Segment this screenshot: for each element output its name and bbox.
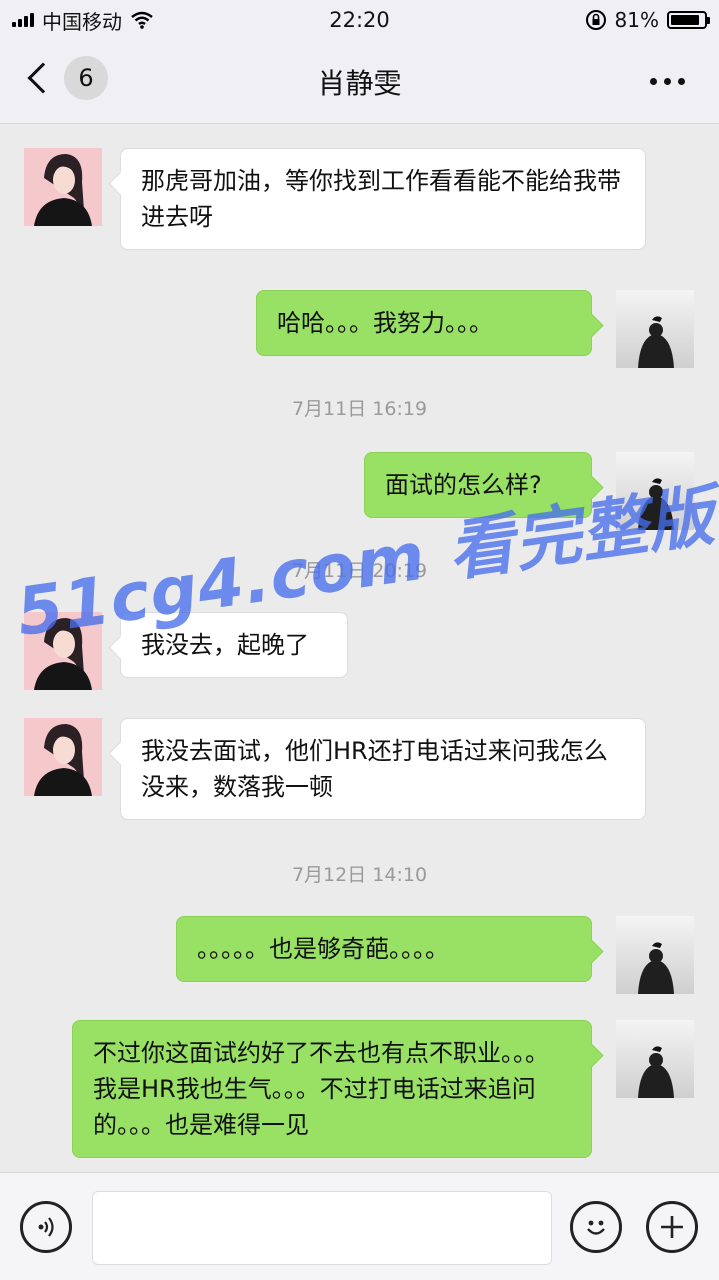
input-bar — [0, 1172, 719, 1280]
voice-button[interactable] — [20, 1201, 72, 1253]
timestamp: 7月11日 16:19 — [291, 398, 428, 420]
contact-avatar[interactable] — [24, 148, 102, 226]
message-text: 。。。。。也是够奇葩。。。。 — [197, 935, 449, 963]
my-avatar[interactable] — [616, 1020, 694, 1098]
chat-title: 肖静雯 — [317, 67, 402, 100]
wifi-icon — [131, 11, 153, 29]
message-bubble-outgoing[interactable]: 哈哈。。。我努力。。。 — [256, 290, 592, 356]
message-input[interactable] — [92, 1191, 552, 1265]
emoji-button[interactable] — [570, 1201, 622, 1253]
plus-icon — [661, 1216, 683, 1238]
message-text: 那虎哥加油，等你找到工作看看能不能给我带进去呀 — [141, 167, 621, 231]
voice-icon — [38, 1217, 54, 1237]
battery-icon — [667, 11, 710, 29]
signal-icon — [12, 13, 34, 27]
message-bubble-incoming[interactable]: 那虎哥加油，等你找到工作看看能不能给我带进去呀 — [120, 148, 646, 250]
my-avatar[interactable] — [616, 916, 694, 994]
message-bubble-outgoing[interactable]: 不过你这面试约好了不去也有点不职业。。。我是HR我也生气。。。不过打电话过来追问… — [72, 1020, 592, 1158]
status-right: 81% — [585, 8, 710, 32]
message-text: 我没去面试，他们HR还打电话过来问我怎么没来，数落我一顿 — [141, 737, 608, 801]
message-text: 哈哈。。。我努力。。。 — [277, 309, 493, 337]
rotation-lock-icon — [585, 10, 606, 30]
message-text: 不过你这面试约好了不去也有点不职业。。。我是HR我也生气。。。不过打电话过来追问… — [93, 1039, 549, 1139]
more-dots-icon — [650, 78, 657, 85]
status-bar: 中国移动 22:20 81% — [0, 0, 719, 40]
chat-area[interactable]: 那虎哥加油，等你找到工作看看能不能给我带进去呀 哈哈。。。我努力。。。 7月11… — [0, 124, 719, 1172]
my-avatar[interactable] — [616, 290, 694, 368]
message-text: 我没去，起晚了 — [141, 631, 309, 659]
message-bubble-outgoing[interactable]: 。。。。。也是够奇葩。。。。 — [176, 916, 592, 982]
message-bubble-incoming[interactable]: 我没去面试，他们HR还打电话过来问我怎么没来，数落我一顿 — [120, 718, 646, 820]
more-button[interactable] — [650, 78, 685, 85]
timestamp: 7月12日 14:10 — [291, 864, 428, 886]
status-left: 中国移动 — [12, 6, 154, 35]
contact-avatar[interactable] — [24, 718, 102, 796]
add-button[interactable] — [646, 1201, 698, 1253]
nav-bar: 6 肖静雯 — [0, 40, 719, 124]
emoji-icon — [587, 1220, 605, 1235]
battery-percent: 81% — [614, 8, 659, 32]
carrier-label: 中国移动 — [42, 9, 122, 34]
